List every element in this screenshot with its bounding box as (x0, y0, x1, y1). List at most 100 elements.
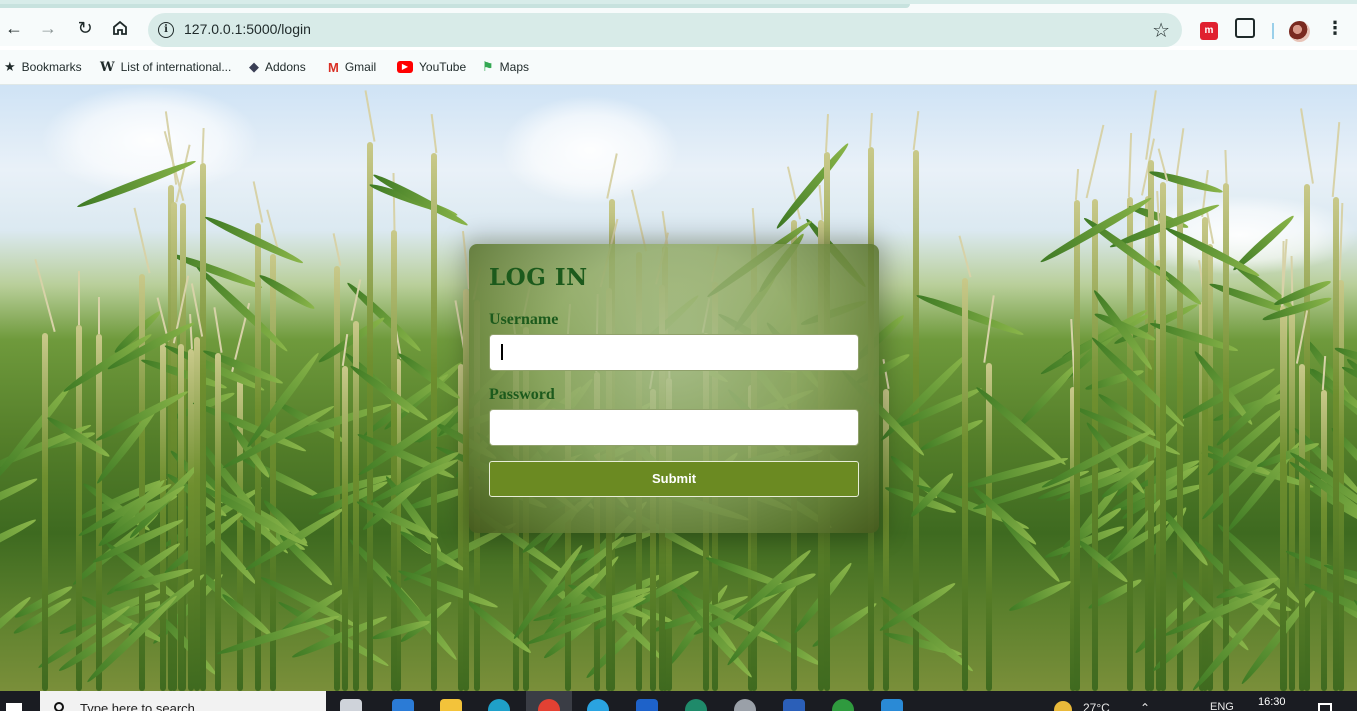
corn-tassel (364, 90, 376, 142)
corn-stalk (367, 142, 373, 691)
gmail-icon: M (328, 59, 339, 75)
corn-tassel (213, 307, 223, 353)
bookmark-star-icon[interactable]: ☆ (1152, 18, 1170, 43)
username-label: Username (489, 311, 559, 328)
forward-button[interactable]: → (34, 14, 62, 42)
login-card: LOG IN Username Password Submit (469, 244, 879, 533)
corn-leaf (1007, 578, 1073, 614)
tab-strip (0, 4, 910, 8)
corn-stalk (1160, 182, 1166, 691)
corn-tassel (1331, 122, 1341, 197)
corn-tassel (825, 113, 829, 153)
corn-tassel (189, 313, 193, 350)
star-icon: ★ (4, 59, 16, 74)
tray-chevron-icon[interactable]: ⌃ (1140, 701, 1150, 711)
cloud (500, 95, 680, 205)
submit-button[interactable]: Submit (489, 461, 859, 497)
corn-stalk (1333, 197, 1339, 691)
corn-stalk (962, 278, 968, 691)
bookmark-item[interactable]: ◆ Addons (249, 57, 306, 77)
corn-stalk (1289, 307, 1295, 691)
wikipedia-icon: W (100, 59, 115, 75)
reload-button[interactable]: ↻ (71, 14, 99, 42)
corn-stalk (160, 342, 166, 691)
text-caret (501, 344, 503, 360)
corn-tassel (332, 233, 342, 266)
bookmark-item[interactable]: ▶ YouTube (397, 57, 466, 77)
corn-stalk (1092, 199, 1098, 691)
taskbar-search[interactable]: Type here to search (40, 691, 326, 711)
bookmark-item[interactable]: W List of international... (100, 57, 231, 77)
home-button[interactable] (106, 14, 134, 42)
file-explorer-icon[interactable] (440, 699, 462, 711)
corn-stalk (200, 163, 206, 691)
corn-tassel (1224, 149, 1228, 184)
extensions-puzzle-icon[interactable] (1235, 18, 1255, 38)
bookmark-item[interactable]: ★ Bookmarks (4, 57, 82, 77)
task-view-icon[interactable] (340, 699, 362, 711)
corn-leaf (773, 140, 852, 232)
password-label: Password (489, 386, 555, 403)
edge-icon[interactable] (488, 699, 510, 711)
corn-tassel (1074, 168, 1080, 201)
corn-stalk (342, 366, 348, 691)
bookmark-item[interactable]: M Gmail (328, 57, 376, 77)
corn-tassel (1175, 128, 1185, 177)
bookmark-label: List of international... (120, 60, 232, 74)
language-indicator[interactable]: ENG (1210, 701, 1234, 711)
corn-stalk (1177, 177, 1183, 691)
url-text[interactable]: 127.0.0.1:5000/login (184, 21, 311, 37)
profile-avatar[interactable] (1289, 21, 1310, 42)
corn-tassel (1300, 108, 1314, 184)
app-icon[interactable] (685, 699, 707, 711)
app-icon[interactable] (832, 699, 854, 711)
bookmark-item[interactable]: ⚑ Maps (482, 57, 529, 77)
corn-tassel (133, 207, 151, 274)
mail-icon[interactable] (636, 699, 658, 711)
corn-leaf (371, 171, 470, 229)
youtube-icon: ▶ (397, 61, 413, 73)
clock-time[interactable]: 16:30 (1258, 696, 1286, 708)
browser-toolbar: ← → ↻ i 127.0.0.1:5000/login ☆ m ⋮ (0, 0, 1357, 47)
corn-leaf (0, 475, 40, 525)
back-button[interactable]: ← (0, 14, 28, 42)
corn-stalk (1299, 364, 1305, 691)
corn-stalk (1148, 160, 1154, 691)
login-title: LOG IN (489, 264, 588, 291)
corn-leaf (257, 272, 317, 312)
windows-taskbar: Type here to search 27°C ⌃ ENG 16:30 (0, 691, 1357, 711)
password-input[interactable] (489, 409, 859, 446)
corn-tassel (430, 114, 438, 153)
corn-stalk (42, 333, 48, 691)
addons-icon: ◆ (249, 59, 259, 74)
telegram-icon[interactable] (587, 699, 609, 711)
weather-icon[interactable] (1054, 701, 1072, 711)
corn-tassel (869, 112, 873, 148)
username-input[interactable] (489, 334, 859, 371)
corn-leaf (215, 612, 341, 658)
bookmark-label: Gmail (344, 60, 377, 74)
windows-start-icon[interactable] (6, 703, 22, 711)
corn-stalk (1074, 200, 1080, 691)
corn-tassel (1127, 132, 1133, 198)
kebab-menu-icon[interactable]: ⋮ (1326, 18, 1344, 39)
temperature-text: 27°C (1083, 701, 1110, 711)
site-info-icon[interactable]: i (158, 22, 174, 38)
settings-gear-icon[interactable] (734, 699, 756, 711)
bookmark-label: YouTube (419, 60, 467, 74)
store-icon[interactable] (392, 699, 414, 711)
search-placeholder: Type here to search (80, 701, 195, 711)
corn-tassel (1085, 124, 1105, 199)
extension-icon[interactable]: m (1200, 22, 1218, 40)
corn-tassel (983, 295, 995, 363)
corn-stalk (391, 230, 397, 691)
vscode-icon[interactable] (881, 699, 903, 711)
corn-stalk (171, 202, 177, 691)
address-bar[interactable]: i 127.0.0.1:5000/login ☆ (148, 13, 1182, 47)
corn-stalk (353, 321, 359, 691)
toolbar-divider (1272, 23, 1274, 39)
corn-tassel (912, 111, 920, 150)
back-arrow-icon: ← (5, 17, 23, 38)
notification-icon[interactable] (1318, 703, 1332, 711)
word-icon[interactable] (783, 699, 805, 711)
